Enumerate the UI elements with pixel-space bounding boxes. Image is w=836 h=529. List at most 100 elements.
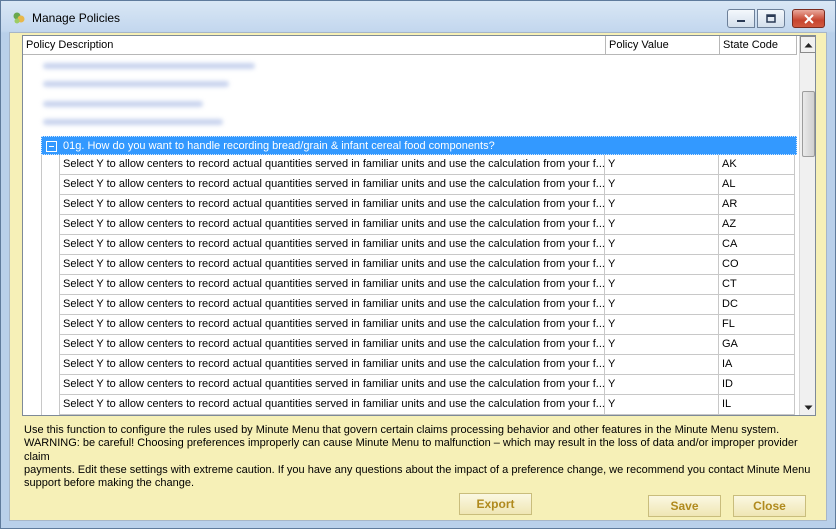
state-code-cell[interactable]: ID (719, 375, 795, 395)
row-indent (41, 215, 59, 235)
obscured-row (43, 101, 203, 107)
policy-description-cell[interactable]: Select Y to allow centers to record actu… (59, 235, 605, 255)
info-line: WARNING: be careful! Choosing preference… (24, 437, 798, 463)
close-x-icon (803, 13, 814, 24)
policy-value-cell[interactable]: Y (605, 395, 719, 415)
column-header-policy-description[interactable]: Policy Description (23, 36, 606, 55)
policy-value-cell[interactable]: Y (605, 295, 719, 315)
policy-description-cell[interactable]: Select Y to allow centers to record actu… (59, 275, 605, 295)
table-row[interactable]: Select Y to allow centers to record actu… (23, 215, 797, 235)
scrollbar-thumb[interactable] (802, 91, 815, 157)
row-indent (41, 195, 59, 215)
row-indent (41, 355, 59, 375)
manage-policies-window: Manage Policies Policy Description Polic… (0, 0, 836, 529)
policy-value-cell[interactable]: Y (605, 215, 719, 235)
table-row[interactable]: Select Y to allow centers to record actu… (23, 195, 797, 215)
policy-description-cell[interactable]: Select Y to allow centers to record actu… (59, 215, 605, 235)
column-header-policy-value[interactable]: Policy Value (606, 36, 720, 55)
info-line: payments. Edit these settings with extre… (24, 463, 811, 476)
maximize-button[interactable] (757, 9, 785, 28)
state-code-cell[interactable]: AZ (719, 215, 795, 235)
state-code-cell[interactable]: CT (719, 275, 795, 295)
info-line: support before making the change. (24, 477, 195, 490)
vertical-scrollbar[interactable] (799, 36, 815, 415)
row-indent (41, 315, 59, 335)
scroll-down-button[interactable] (800, 399, 815, 415)
policies-panel: Policy Description Policy Value State Co… (9, 32, 827, 521)
state-code-cell[interactable]: AR (719, 195, 795, 215)
policy-description-cell[interactable]: Select Y to allow centers to record actu… (59, 395, 605, 415)
warning-info-text: Use this function to configure the rules… (24, 424, 814, 490)
row-indent (41, 275, 59, 295)
policy-value-cell[interactable]: Y (605, 235, 719, 255)
scroll-up-button[interactable] (800, 36, 815, 53)
minimize-button[interactable] (727, 9, 755, 28)
close-window-button[interactable] (792, 9, 825, 28)
info-line: Use this function to configure the rules… (24, 424, 780, 436)
arrow-up-icon (804, 42, 813, 47)
policy-value-cell[interactable]: Y (605, 315, 719, 335)
table-row[interactable]: Select Y to allow centers to record actu… (23, 355, 797, 375)
policy-description-cell[interactable]: Select Y to allow centers to record actu… (59, 295, 605, 315)
row-indent (41, 395, 59, 415)
policy-app-icon (13, 12, 25, 24)
policy-description-cell[interactable]: Select Y to allow centers to record actu… (59, 155, 605, 175)
row-indent (41, 295, 59, 315)
table-row[interactable]: Select Y to allow centers to record actu… (23, 175, 797, 195)
table-row[interactable]: Select Y to allow centers to record actu… (23, 235, 797, 255)
collapse-icon[interactable] (46, 141, 57, 152)
policy-description-cell[interactable]: Select Y to allow centers to record actu… (59, 195, 605, 215)
policy-rows: Select Y to allow centers to record actu… (23, 155, 797, 415)
policy-description-cell[interactable]: Select Y to allow centers to record actu… (59, 355, 605, 375)
obscured-row (43, 119, 223, 125)
policy-description-cell[interactable]: Select Y to allow centers to record actu… (59, 315, 605, 335)
column-header-state-code[interactable]: State Code (720, 36, 797, 55)
state-code-cell[interactable]: IA (719, 355, 795, 375)
table-row[interactable]: Select Y to allow centers to record actu… (23, 335, 797, 355)
arrow-down-icon (804, 405, 813, 410)
state-code-cell[interactable]: CA (719, 235, 795, 255)
policy-group-label: 01g. How do you want to handle recording… (63, 140, 495, 152)
table-row[interactable]: Select Y to allow centers to record actu… (23, 375, 797, 395)
row-indent (41, 155, 59, 175)
table-row[interactable]: Select Y to allow centers to record actu… (23, 315, 797, 335)
policy-description-cell[interactable]: Select Y to allow centers to record actu… (59, 335, 605, 355)
row-indent (41, 375, 59, 395)
maximize-icon (766, 14, 776, 23)
title-bar[interactable]: Manage Policies (1, 1, 835, 33)
policy-value-cell[interactable]: Y (605, 355, 719, 375)
table-row[interactable]: Select Y to allow centers to record actu… (23, 395, 797, 415)
export-button[interactable]: Export (459, 493, 532, 515)
policy-value-cell[interactable]: Y (605, 335, 719, 355)
policy-description-cell[interactable]: Select Y to allow centers to record actu… (59, 375, 605, 395)
state-code-cell[interactable]: GA (719, 335, 795, 355)
table-row[interactable]: Select Y to allow centers to record actu… (23, 255, 797, 275)
policy-value-cell[interactable]: Y (605, 255, 719, 275)
state-code-cell[interactable]: AL (719, 175, 795, 195)
save-button[interactable]: Save (648, 495, 721, 517)
policy-value-cell[interactable]: Y (605, 195, 719, 215)
table-row[interactable]: Select Y to allow centers to record actu… (23, 155, 797, 175)
row-indent (41, 335, 59, 355)
policies-grid[interactable]: Policy Description Policy Value State Co… (22, 35, 816, 416)
policy-description-cell[interactable]: Select Y to allow centers to record actu… (59, 255, 605, 275)
policy-value-cell[interactable]: Y (605, 155, 719, 175)
table-row[interactable]: Select Y to allow centers to record actu… (23, 275, 797, 295)
state-code-cell[interactable]: FL (719, 315, 795, 335)
state-code-cell[interactable]: DC (719, 295, 795, 315)
policy-value-cell[interactable]: Y (605, 175, 719, 195)
obscured-row (43, 63, 255, 69)
state-code-cell[interactable]: CO (719, 255, 795, 275)
policy-description-cell[interactable]: Select Y to allow centers to record actu… (59, 175, 605, 195)
obscured-row (43, 81, 229, 87)
close-button[interactable]: Close (733, 495, 806, 517)
policy-group-row[interactable]: 01g. How do you want to handle recording… (41, 136, 797, 155)
row-indent (41, 175, 59, 195)
row-indent (41, 255, 59, 275)
policy-value-cell[interactable]: Y (605, 275, 719, 295)
table-row[interactable]: Select Y to allow centers to record actu… (23, 295, 797, 315)
window-title: Manage Policies (32, 11, 121, 25)
state-code-cell[interactable]: IL (719, 395, 795, 415)
state-code-cell[interactable]: AK (719, 155, 795, 175)
policy-value-cell[interactable]: Y (605, 375, 719, 395)
